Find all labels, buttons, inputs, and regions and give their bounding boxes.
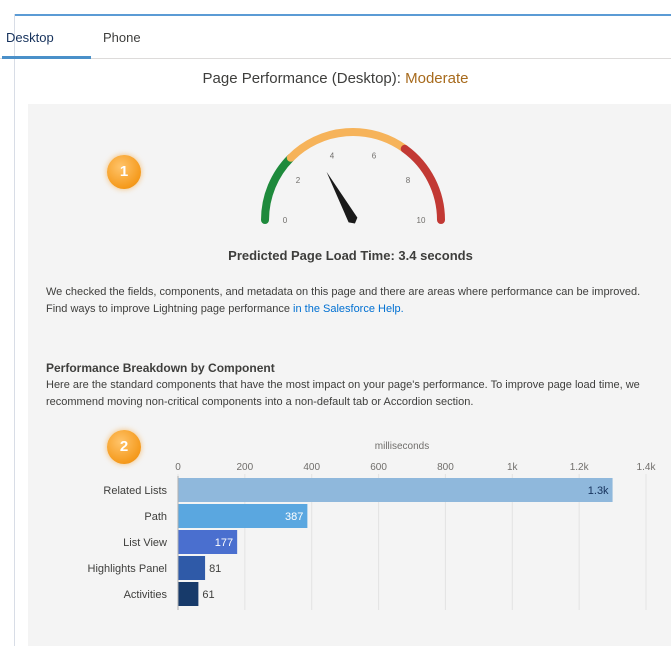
load-time-gauge: 0 2 4 6 8 10 xyxy=(261,128,445,225)
category-label: Activities xyxy=(124,589,168,601)
bar-value-label: 177 xyxy=(215,537,233,549)
salesforce-help-link[interactable]: in the Salesforce Help. xyxy=(293,303,404,315)
gauge-tick-label: 8 xyxy=(406,176,411,185)
breakdown-description: Here are the standard components that ha… xyxy=(46,379,640,408)
bar-value-label: 81 xyxy=(209,563,221,575)
x-tick-label: 0 xyxy=(175,462,181,473)
x-tick-label: 1.2k xyxy=(570,462,590,473)
x-tick-label: 200 xyxy=(237,462,254,473)
gauge-needle xyxy=(326,171,358,224)
gauge-zone-2 xyxy=(286,128,409,162)
category-label: Highlights Panel xyxy=(88,563,168,575)
x-axis-label: milliseconds xyxy=(375,441,429,452)
x-tick-label: 1k xyxy=(507,462,519,473)
category-label: Related Lists xyxy=(103,485,167,497)
bar-related-lists xyxy=(178,478,613,502)
page-title-prefix: Page Performance (Desktop): xyxy=(202,70,406,87)
gauge-tick-label: 10 xyxy=(417,216,426,225)
callout-badge-1: 1 xyxy=(107,155,141,189)
bar-highlights-panel xyxy=(178,556,206,580)
tab-desktop[interactable]: Desktop xyxy=(6,30,54,45)
gauge-arcs xyxy=(261,128,445,224)
tab-bar: Desktop Phone xyxy=(0,16,671,59)
bar-value-label: 61 xyxy=(202,589,214,601)
bar-value-label: 387 xyxy=(285,511,303,523)
gauge-tick-label: 4 xyxy=(330,151,335,160)
category-label: Path xyxy=(144,511,167,523)
gauge-tick-label: 6 xyxy=(372,151,377,160)
bar-activities xyxy=(178,582,199,606)
component-breakdown-chart: milliseconds 0 200 400 600 800 1k 1.2k 1.4k Relat… xyxy=(88,441,657,610)
performance-rating: Moderate xyxy=(405,70,469,87)
page-title: Page Performance (Desktop): Moderate xyxy=(0,70,671,87)
category-label: List View xyxy=(123,537,167,549)
x-tick-label: 800 xyxy=(437,462,454,473)
gauge-tick-label: 0 xyxy=(283,216,288,225)
bar-value-label: 1.3k xyxy=(588,485,609,497)
tab-phone[interactable]: Phone xyxy=(103,30,141,45)
x-tick-label: 600 xyxy=(370,462,387,473)
gauge-tick-label: 2 xyxy=(296,176,301,185)
x-tick-label: 400 xyxy=(303,462,320,473)
gauge-zone-1 xyxy=(261,153,295,224)
performance-description: We checked the fields, components, and m… xyxy=(46,284,656,318)
predicted-load-time: Predicted Page Load Time: 3.4 seconds xyxy=(228,248,473,263)
active-tab-indicator xyxy=(2,56,91,59)
breakdown-heading: Performance Breakdown by Component xyxy=(46,361,275,375)
x-tick-label: 1.4k xyxy=(637,462,657,473)
